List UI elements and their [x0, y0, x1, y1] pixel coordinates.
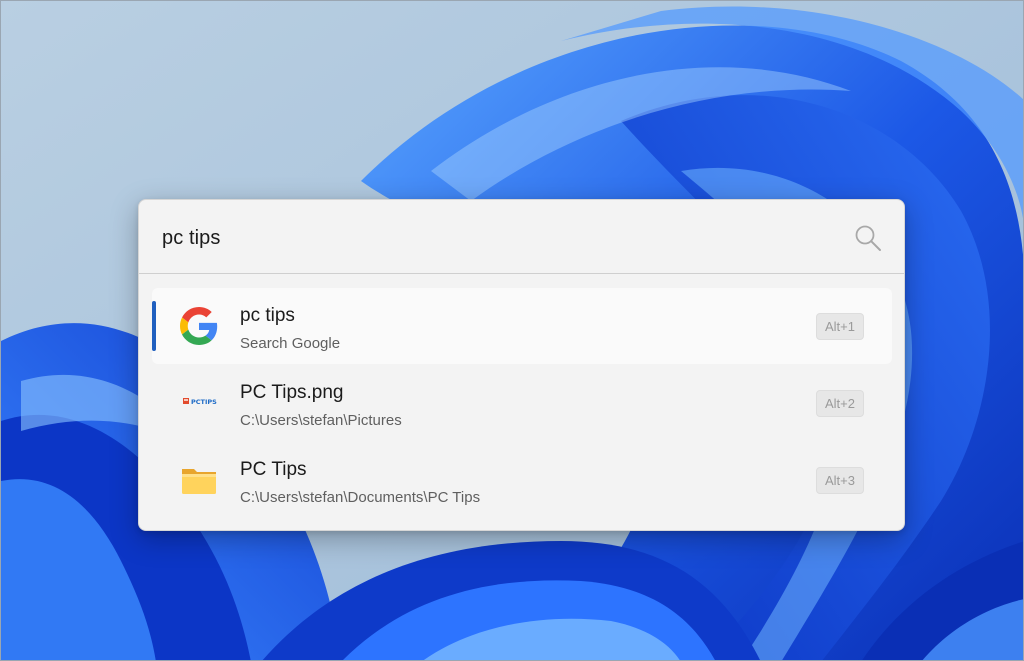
shortcut-badge: Alt+2 — [816, 390, 864, 417]
result-subtitle: C:\Users\stefan\Documents\PC Tips — [240, 489, 481, 506]
selection-indicator — [152, 301, 156, 351]
result-title: pc tips — [240, 305, 295, 326]
result-title: PC Tips.png — [240, 382, 344, 403]
result-item-google-search[interactable]: pc tips Search Google Alt+1 — [152, 288, 892, 364]
result-item-folder[interactable]: PC Tips C:\Users\stefan\Documents\PC Tip… — [152, 442, 892, 518]
image-file-icon-text: PCTIPS — [191, 398, 217, 406]
result-item-image-file[interactable]: PCTIPS PC Tips.png C:\Users\stefan\Pictu… — [152, 365, 892, 441]
launcher-panel: pc tips pc tips Search Google Alt+1 PCTI… — [138, 199, 905, 531]
shortcut-badge: Alt+1 — [816, 313, 864, 340]
image-file-icon: PCTIPS — [183, 398, 217, 406]
result-subtitle: C:\Users\stefan\Pictures — [240, 412, 402, 429]
folder-icon — [182, 469, 216, 494]
search-icon[interactable] — [853, 223, 883, 253]
search-input[interactable]: pc tips — [162, 227, 221, 250]
search-bar[interactable]: pc tips — [139, 200, 904, 274]
shortcut-badge: Alt+3 — [816, 467, 864, 494]
result-title: PC Tips — [240, 459, 307, 480]
google-icon — [180, 307, 218, 345]
result-subtitle: Search Google — [240, 335, 341, 352]
results-list: pc tips Search Google Alt+1 PCTIPS PC Ti… — [152, 288, 892, 519]
